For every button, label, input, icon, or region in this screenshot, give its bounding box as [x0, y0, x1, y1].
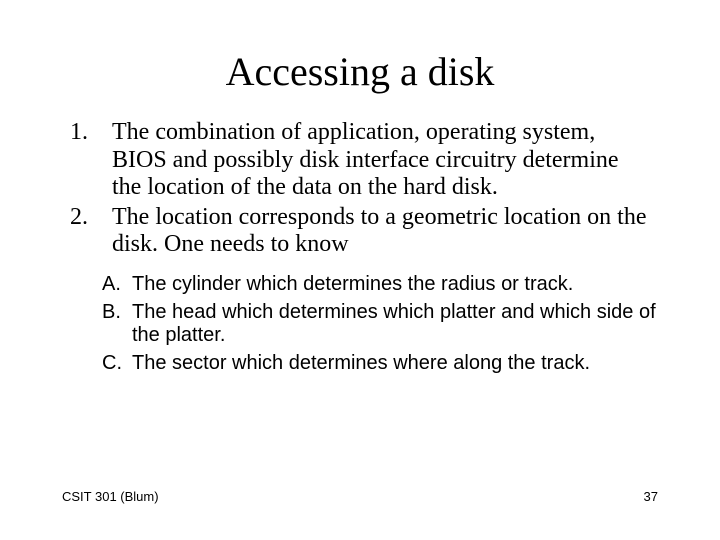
- slide-number: 37: [644, 489, 658, 504]
- slide: Accessing a disk 1. The combination of a…: [0, 0, 720, 540]
- numbered-list: 1. The combination of application, opera…: [0, 119, 720, 259]
- list-text: The combination of application, operatin…: [112, 119, 650, 202]
- list-marker: 2.: [70, 204, 112, 259]
- list-text: The cylinder which determines the radius…: [132, 273, 660, 297]
- slide-footer: CSIT 301 (Blum) 37: [62, 489, 658, 504]
- list-marker: C.: [102, 352, 132, 376]
- list-text: The head which determines which platter …: [132, 301, 660, 348]
- list-marker: A.: [102, 273, 132, 297]
- list-marker: B.: [102, 301, 132, 348]
- list-item: B. The head which determines which platt…: [102, 301, 660, 348]
- list-item: 2. The location corresponds to a geometr…: [70, 204, 650, 259]
- list-item: C. The sector which determines where alo…: [102, 352, 660, 376]
- list-text: The sector which determines where along …: [132, 352, 660, 376]
- slide-title: Accessing a disk: [0, 0, 720, 119]
- list-marker: 1.: [70, 119, 112, 202]
- list-text: The location corresponds to a geometric …: [112, 204, 650, 259]
- footer-left: CSIT 301 (Blum): [62, 489, 159, 504]
- list-item: A. The cylinder which determines the rad…: [102, 273, 660, 297]
- list-item: 1. The combination of application, opera…: [70, 119, 650, 202]
- lettered-sublist: A. The cylinder which determines the rad…: [0, 273, 720, 375]
